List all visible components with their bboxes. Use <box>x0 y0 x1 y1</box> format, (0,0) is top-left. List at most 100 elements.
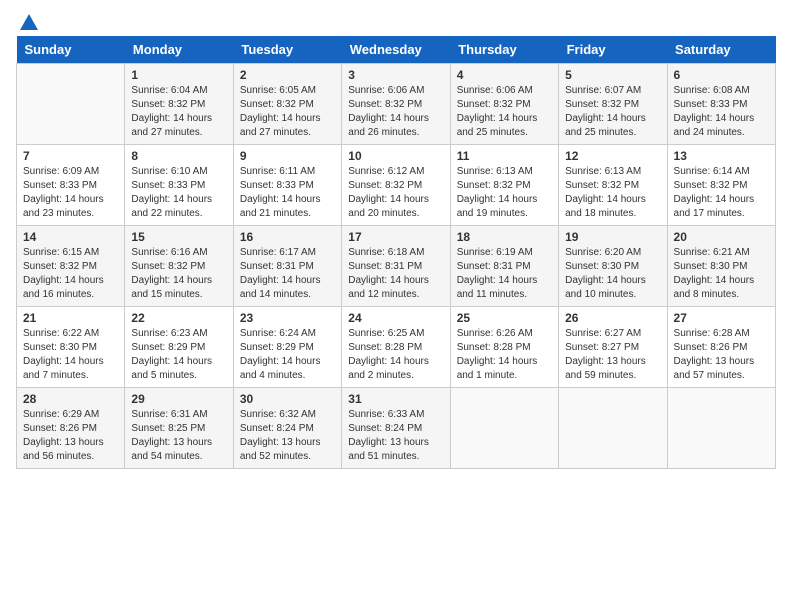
day-number: 9 <box>240 149 335 163</box>
day-sun-info: Sunrise: 6:04 AMSunset: 8:32 PMDaylight:… <box>131 84 226 140</box>
day-sun-info: Sunrise: 6:08 AMSunset: 8:33 PMDaylight:… <box>674 84 769 140</box>
day-number: 5 <box>565 68 660 82</box>
header <box>16 16 776 28</box>
calendar-table: SundayMondayTuesdayWednesdayThursdayFrid… <box>16 36 776 469</box>
calendar-cell: 8Sunrise: 6:10 AMSunset: 8:33 PMDaylight… <box>125 145 233 226</box>
calendar-cell: 21 Sunrise: 6:22 AMSunset: 8:30 PMDayligh… <box>17 307 125 388</box>
day-number: 6 <box>674 68 769 82</box>
day-sun-info: Sunrise: 6:05 AMSunset: 8:32 PMDaylight:… <box>240 84 335 140</box>
day-sun-info: Sunrise: 6:13 AMSunset: 8:32 PMDaylight:… <box>457 165 552 221</box>
weekday-header: Saturday <box>667 36 775 64</box>
day-number: 1 <box>131 68 226 82</box>
day-number: 14 <box>23 230 118 244</box>
calendar-cell <box>559 388 667 469</box>
day-sun-info: Sunrise: 6:31 AMSunset: 8:25 PMDaylight:… <box>131 408 226 464</box>
calendar-week-row: 28 Sunrise: 6:29 AMSunset: 8:26 PMDayligh… <box>17 388 776 469</box>
day-sun-info: Sunrise: 6:17 AMSunset: 8:31 PMDaylight:… <box>240 246 335 302</box>
calendar-cell: 12 Sunrise: 6:13 AMSunset: 8:32 PMDayligh… <box>559 145 667 226</box>
calendar-week-row: 14 Sunrise: 6:15 AMSunset: 8:32 PMDayligh… <box>17 226 776 307</box>
day-sun-info: Sunrise: 6:13 AMSunset: 8:32 PMDaylight:… <box>565 165 660 221</box>
weekday-header-row: SundayMondayTuesdayWednesdayThursdayFrid… <box>17 36 776 64</box>
calendar-cell: 11 Sunrise: 6:13 AMSunset: 8:32 PMDayligh… <box>450 145 558 226</box>
calendar-cell: 31 Sunrise: 6:33 AMSunset: 8:24 PMDayligh… <box>342 388 450 469</box>
day-sun-info: Sunrise: 6:22 AMSunset: 8:30 PMDaylight:… <box>23 327 118 383</box>
day-number: 21 <box>23 311 118 325</box>
day-sun-info: Sunrise: 6:25 AMSunset: 8:28 PMDaylight:… <box>348 327 443 383</box>
day-sun-info: Sunrise: 6:26 AMSunset: 8:28 PMDaylight:… <box>457 327 552 383</box>
calendar-cell: 25 Sunrise: 6:26 AMSunset: 8:28 PMDayligh… <box>450 307 558 388</box>
weekday-header: Monday <box>125 36 233 64</box>
calendar-cell: 19 Sunrise: 6:20 AMSunset: 8:30 PMDayligh… <box>559 226 667 307</box>
calendar-cell: 13 Sunrise: 6:14 AMSunset: 8:32 PMDayligh… <box>667 145 775 226</box>
day-number: 18 <box>457 230 552 244</box>
day-sun-info: Sunrise: 6:12 AMSunset: 8:32 PMDaylight:… <box>348 165 443 221</box>
day-sun-info: Sunrise: 6:21 AMSunset: 8:30 PMDaylight:… <box>674 246 769 302</box>
day-number: 27 <box>674 311 769 325</box>
weekday-header: Thursday <box>450 36 558 64</box>
calendar-cell: 17 Sunrise: 6:18 AMSunset: 8:31 PMDayligh… <box>342 226 450 307</box>
day-sun-info: Sunrise: 6:18 AMSunset: 8:31 PMDaylight:… <box>348 246 443 302</box>
calendar-cell: 30 Sunrise: 6:32 AMSunset: 8:24 PMDayligh… <box>233 388 341 469</box>
day-sun-info: Sunrise: 6:06 AMSunset: 8:32 PMDaylight:… <box>457 84 552 140</box>
day-number: 25 <box>457 311 552 325</box>
day-number: 20 <box>674 230 769 244</box>
day-sun-info: Sunrise: 6:14 AMSunset: 8:32 PMDaylight:… <box>674 165 769 221</box>
calendar-cell: 2 Sunrise: 6:05 AMSunset: 8:32 PMDaylight… <box>233 64 341 145</box>
day-number: 24 <box>348 311 443 325</box>
calendar-cell: 1 Sunrise: 6:04 AMSunset: 8:32 PMDaylight… <box>125 64 233 145</box>
calendar-cell <box>17 64 125 145</box>
day-sun-info: Sunrise: 6:24 AMSunset: 8:29 PMDaylight:… <box>240 327 335 383</box>
day-number: 30 <box>240 392 335 406</box>
day-number: 23 <box>240 311 335 325</box>
day-sun-info: Sunrise: 6:32 AMSunset: 8:24 PMDaylight:… <box>240 408 335 464</box>
calendar-cell: 5 Sunrise: 6:07 AMSunset: 8:32 PMDaylight… <box>559 64 667 145</box>
calendar-cell: 22Sunrise: 6:23 AMSunset: 8:29 PMDayligh… <box>125 307 233 388</box>
day-sun-info: Sunrise: 6:20 AMSunset: 8:30 PMDaylight:… <box>565 246 660 302</box>
day-number: 12 <box>565 149 660 163</box>
calendar-cell: 20 Sunrise: 6:21 AMSunset: 8:30 PMDayligh… <box>667 226 775 307</box>
calendar-week-row: 21 Sunrise: 6:22 AMSunset: 8:30 PMDayligh… <box>17 307 776 388</box>
calendar-week-row: 1 Sunrise: 6:04 AMSunset: 8:32 PMDaylight… <box>17 64 776 145</box>
calendar-cell: 26Sunrise: 6:27 AMSunset: 8:27 PMDayligh… <box>559 307 667 388</box>
day-number: 16 <box>240 230 335 244</box>
day-sun-info: Sunrise: 6:06 AMSunset: 8:32 PMDaylight:… <box>348 84 443 140</box>
day-sun-info: Sunrise: 6:16 AMSunset: 8:32 PMDaylight:… <box>131 246 226 302</box>
calendar-cell: 16 Sunrise: 6:17 AMSunset: 8:31 PMDayligh… <box>233 226 341 307</box>
day-number: 10 <box>348 149 443 163</box>
day-sun-info: Sunrise: 6:29 AMSunset: 8:26 PMDaylight:… <box>23 408 118 464</box>
day-number: 15 <box>131 230 226 244</box>
day-number: 8 <box>131 149 226 163</box>
logo-icon <box>18 12 40 34</box>
day-number: 17 <box>348 230 443 244</box>
day-sun-info: Sunrise: 6:09 AMSunset: 8:33 PMDaylight:… <box>23 165 118 221</box>
day-number: 28 <box>23 392 118 406</box>
calendar-cell: 14 Sunrise: 6:15 AMSunset: 8:32 PMDayligh… <box>17 226 125 307</box>
day-number: 29 <box>131 392 226 406</box>
calendar-cell: 9Sunrise: 6:11 AMSunset: 8:33 PMDaylight… <box>233 145 341 226</box>
calendar-cell: 4 Sunrise: 6:06 AMSunset: 8:32 PMDaylight… <box>450 64 558 145</box>
day-number: 11 <box>457 149 552 163</box>
day-sun-info: Sunrise: 6:07 AMSunset: 8:32 PMDaylight:… <box>565 84 660 140</box>
weekday-header: Wednesday <box>342 36 450 64</box>
day-number: 22 <box>131 311 226 325</box>
calendar-cell <box>450 388 558 469</box>
weekday-header: Friday <box>559 36 667 64</box>
calendar-cell: 7Sunrise: 6:09 AMSunset: 8:33 PMDaylight… <box>17 145 125 226</box>
day-number: 13 <box>674 149 769 163</box>
calendar-cell <box>667 388 775 469</box>
calendar-cell: 15 Sunrise: 6:16 AMSunset: 8:32 PMDayligh… <box>125 226 233 307</box>
day-sun-info: Sunrise: 6:33 AMSunset: 8:24 PMDaylight:… <box>348 408 443 464</box>
calendar-cell: 3Sunrise: 6:06 AMSunset: 8:32 PMDaylight… <box>342 64 450 145</box>
calendar-cell: 28 Sunrise: 6:29 AMSunset: 8:26 PMDayligh… <box>17 388 125 469</box>
calendar-week-row: 7Sunrise: 6:09 AMSunset: 8:33 PMDaylight… <box>17 145 776 226</box>
calendar-cell: 18Sunrise: 6:19 AMSunset: 8:31 PMDayligh… <box>450 226 558 307</box>
calendar-cell: 10 Sunrise: 6:12 AMSunset: 8:32 PMDayligh… <box>342 145 450 226</box>
calendar-cell: 23 Sunrise: 6:24 AMSunset: 8:29 PMDayligh… <box>233 307 341 388</box>
calendar-cell: 29 Sunrise: 6:31 AMSunset: 8:25 PMDayligh… <box>125 388 233 469</box>
day-sun-info: Sunrise: 6:27 AMSunset: 8:27 PMDaylight:… <box>565 327 660 383</box>
day-number: 31 <box>348 392 443 406</box>
day-number: 4 <box>457 68 552 82</box>
day-sun-info: Sunrise: 6:15 AMSunset: 8:32 PMDaylight:… <box>23 246 118 302</box>
day-number: 2 <box>240 68 335 82</box>
day-number: 19 <box>565 230 660 244</box>
